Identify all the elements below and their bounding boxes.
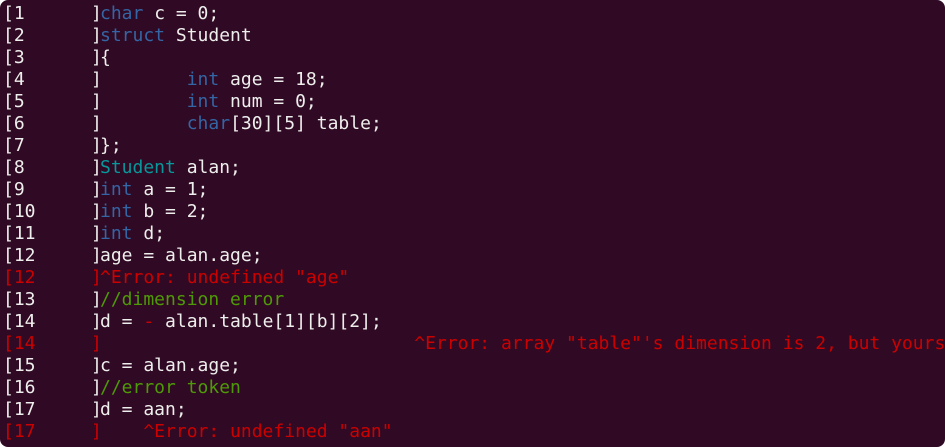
code-text: int b = 2; — [100, 201, 208, 223]
keyword-token: char — [100, 3, 144, 24]
code-text: d = - alan.table[1][b][2]; — [100, 311, 382, 333]
code-token: c = 0; — [143, 3, 220, 24]
keyword-token: int — [100, 179, 133, 200]
keyword-token: int — [100, 201, 133, 222]
code-token: c = alan.age; — [100, 355, 241, 376]
keyword-token: int — [186, 91, 220, 112]
error-message: ^Error: array "table"'s dimension is 2, … — [100, 333, 945, 355]
code-line: [6] char[30][5] table; — [3, 113, 943, 135]
keyword-token: int — [186, 69, 220, 90]
line-number: [10 — [3, 201, 36, 222]
code-line: [13]//dimension error — [3, 289, 943, 311]
line-number: [7 — [3, 135, 25, 156]
code-line: [4] int age = 18; — [3, 69, 943, 91]
code-token: d = aan; — [100, 399, 187, 420]
keyword-token: struct — [100, 25, 166, 46]
code-text: struct Student — [100, 25, 252, 47]
code-line: [12] age = alan.age; — [3, 245, 943, 267]
line-number: [3 — [3, 47, 25, 68]
error-line: [14] ^Error: array "table"'s dimension i… — [3, 333, 945, 355]
code-text: c = alan.age; — [100, 355, 241, 377]
code-line: [8] Student alan; — [3, 157, 943, 179]
code-text: int d; — [100, 223, 165, 245]
line-number: [14 — [3, 311, 36, 332]
code-token: d; — [132, 223, 166, 244]
comment-token: //dimension error — [100, 289, 285, 310]
code-line: [3]{ — [3, 47, 943, 69]
code-text: { — [100, 47, 111, 69]
comment-token: //error token — [100, 377, 241, 398]
keyword-token: int — [100, 223, 133, 244]
code-text: int a = 1; — [100, 179, 208, 201]
line-number: [12 — [3, 267, 36, 288]
line-number: [4 — [3, 69, 25, 90]
code-token: ^Error: undefined "age" — [100, 267, 350, 288]
line-number: [15 — [3, 355, 36, 376]
code-line: [16]//error token — [3, 377, 943, 399]
type-token: Student — [100, 157, 176, 178]
error-message: ^Error: undefined "aan" — [100, 421, 393, 443]
code-token: alan.table[1][b][2]; — [154, 311, 382, 332]
code-line: [17] d = aan; — [3, 399, 943, 421]
code-line: [1] char c = 0; — [3, 3, 943, 25]
code-text: //dimension error — [100, 289, 284, 311]
error-token: - — [143, 311, 155, 332]
code-line: [15] c = alan.age; — [3, 355, 943, 377]
code-token: age = 18; — [219, 69, 328, 90]
code-token: }; — [100, 135, 122, 156]
code-token: ^Error: undefined "aan" — [100, 421, 393, 442]
line-number: [11 — [3, 223, 36, 244]
code-text: char[30][5] table; — [100, 113, 382, 135]
code-text: age = alan.age; — [100, 245, 263, 267]
line-number: [13 — [3, 289, 36, 310]
code-text: int age = 18; — [100, 69, 328, 91]
code-token: a = 1; — [132, 179, 209, 200]
code-token: num = 0; — [219, 91, 317, 112]
error-line: [17] ^Error: undefined "aan" — [3, 421, 943, 443]
line-number: [2 — [3, 25, 25, 46]
line-number: [1 — [3, 3, 25, 24]
code-text: }; — [100, 135, 122, 157]
line-number: [6 — [3, 113, 25, 134]
code-line: [7]}; — [3, 135, 943, 157]
line-number: [5 — [3, 91, 25, 112]
code-line: [14] d = - alan.table[1][b][2]; — [3, 311, 943, 333]
code-line: [5] int num = 0; — [3, 91, 943, 113]
line-number: [16 — [3, 377, 36, 398]
line-number: [14 — [3, 333, 36, 354]
keyword-token: char — [186, 113, 231, 134]
code-text: char c = 0; — [100, 3, 219, 25]
code-text: //error token — [100, 377, 241, 399]
code-token: alan; — [175, 157, 241, 178]
code-token: [30][5] table; — [230, 113, 382, 134]
code-line: [11] int d; — [3, 223, 943, 245]
line-number: [17 — [3, 399, 36, 420]
code-token: Student — [165, 25, 252, 46]
code-line: [2] struct Student — [3, 25, 943, 47]
code-text: d = aan; — [100, 399, 187, 421]
code-text: int num = 0; — [100, 91, 317, 113]
code-line: [9] int a = 1; — [3, 179, 943, 201]
line-number: [8 — [3, 157, 25, 178]
code-token: age = alan.age; — [100, 245, 263, 266]
code-token: b = 2; — [132, 201, 209, 222]
code-token: ^Error: array "table"'s dimension is 2, … — [100, 333, 945, 354]
line-number: [12 — [3, 245, 36, 266]
code-line: [10] int b = 2; — [3, 201, 943, 223]
code-token: { — [100, 47, 111, 68]
code-token: d = — [100, 311, 144, 332]
code-text: Student alan; — [100, 157, 241, 179]
error-message: ^Error: undefined "age" — [100, 267, 349, 289]
error-line: [12] ^Error: undefined "age" — [3, 267, 943, 289]
terminal-window: [1] char c = 0; [2] struct Student [3]{[4] i… — [0, 0, 945, 447]
line-number: [9 — [3, 179, 25, 200]
line-number: [17 — [3, 421, 36, 442]
